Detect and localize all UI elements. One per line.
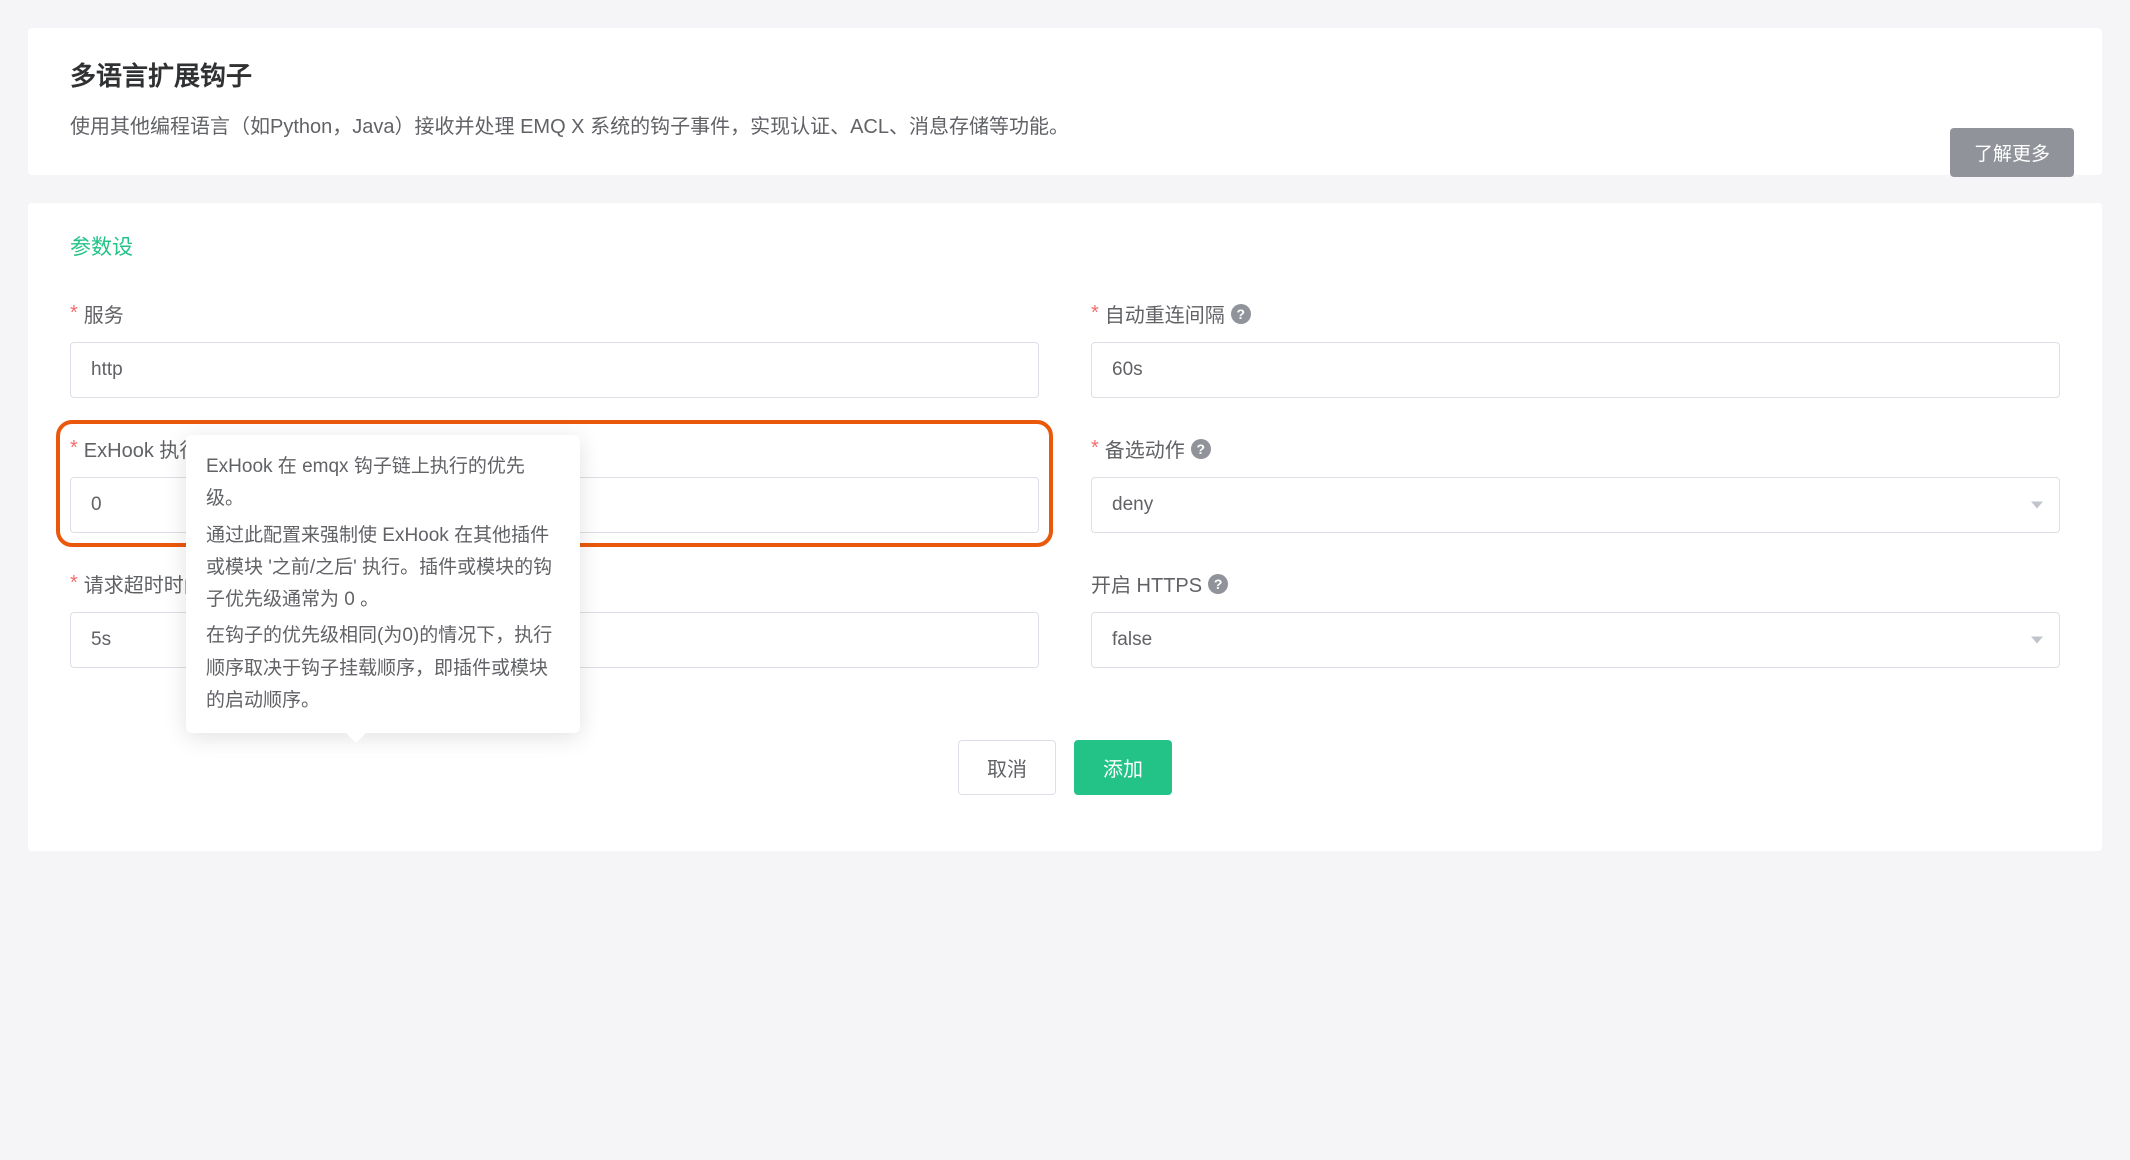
form-item-enable-https: 开启 HTTPS ? false (1091, 569, 2060, 668)
chevron-down-icon (2031, 637, 2043, 644)
required-mark: * (70, 437, 78, 460)
page-description: 使用其他编程语言（如Python，Java）接收并处理 EMQ X 系统的钩子事… (70, 111, 2060, 143)
label-text: 备选动作 (1105, 434, 1185, 463)
enable-https-select[interactable]: false (1091, 612, 2060, 668)
required-mark: * (70, 572, 78, 595)
form-card: ExHook 在 emqx 钩子链上执行的优先级。 通过此配置来强制使 ExHo… (28, 203, 2102, 851)
field-label: 开启 HTTPS ? (1091, 569, 2060, 598)
priority-tooltip: ExHook 在 emqx 钩子链上执行的优先级。 通过此配置来强制使 ExHo… (186, 435, 580, 733)
help-icon[interactable]: ? (1191, 439, 1211, 459)
help-icon[interactable]: ? (1231, 304, 1251, 324)
server-address-input[interactable] (70, 342, 1039, 398)
header-card: 多语言扩展钩子 使用其他编程语言（如Python，Java）接收并处理 EMQ … (28, 28, 2102, 175)
chevron-down-icon (2031, 502, 2043, 509)
page-title: 多语言扩展钩子 (70, 56, 2060, 93)
field-label: * 自动重连间隔 ? (1091, 299, 2060, 328)
required-mark: * (1091, 302, 1099, 325)
learn-more-button[interactable]: 了解更多 (1950, 128, 2074, 177)
label-text: 服务 (84, 299, 124, 328)
required-mark: * (70, 302, 78, 325)
form-item-failed-action: * 备选动作 ? deny (1091, 434, 2060, 533)
tooltip-line: ExHook 在 emqx 钩子链上执行的优先级。 (206, 451, 560, 516)
tooltip-line: 通过此配置来强制使 ExHook 在其他插件或模块 '之前/之后' 执行。插件或… (206, 520, 560, 617)
select-value: false (1112, 629, 1152, 651)
failed-action-select[interactable]: deny (1091, 477, 2060, 533)
label-text: 开启 HTTPS (1091, 569, 1202, 598)
form-actions: 取消 添加 (70, 740, 2060, 795)
cancel-button[interactable]: 取消 (958, 740, 1056, 795)
tooltip-line: 在钩子的优先级相同(为0)的情况下，执行顺序取决于钩子挂载顺序，即插件或模块的启… (206, 620, 560, 717)
select-value: deny (1112, 494, 1153, 516)
help-icon[interactable]: ? (1208, 574, 1228, 594)
form-item-reconnect-interval: * 自动重连间隔 ? (1091, 299, 2060, 398)
submit-button[interactable]: 添加 (1074, 740, 1172, 795)
field-label: * 服务 (70, 299, 1039, 328)
reconnect-interval-input[interactable] (1091, 342, 2060, 398)
field-label: * 备选动作 ? (1091, 434, 2060, 463)
section-title: 参数设 (70, 231, 2060, 261)
label-text: 自动重连间隔 (1105, 299, 1225, 328)
form-item-server-address: * 服务 (70, 299, 1039, 398)
required-mark: * (1091, 437, 1099, 460)
